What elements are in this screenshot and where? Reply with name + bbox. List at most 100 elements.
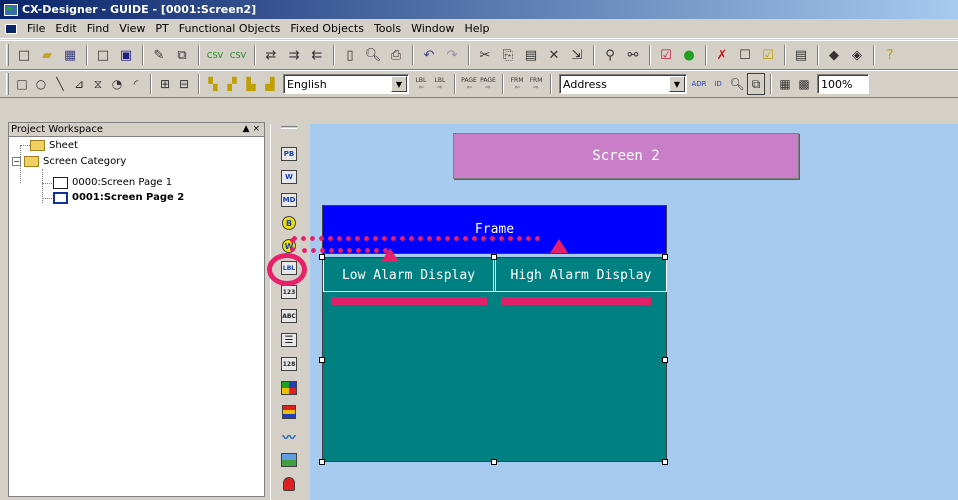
- polygon-tool-icon[interactable]: ⧖: [89, 73, 107, 95]
- id-icon[interactable]: ID: [709, 73, 727, 95]
- bitmap-icon[interactable]: [279, 451, 299, 469]
- resize-handle[interactable]: [662, 459, 668, 465]
- check-icon[interactable]: ☑: [655, 44, 677, 66]
- transfer-icon[interactable]: ⇄: [260, 44, 282, 66]
- alarm-event-icon[interactable]: [279, 475, 299, 493]
- adr-icon[interactable]: ADR: [690, 73, 708, 95]
- tree-item-screen-category[interactable]: − Screen Category: [12, 154, 126, 169]
- menu-tools[interactable]: Tools: [369, 20, 406, 38]
- word-button-object-icon[interactable]: W: [279, 168, 299, 186]
- arc-tool-icon[interactable]: ◜: [127, 73, 145, 95]
- toolbar-grip-2[interactable]: [6, 73, 9, 95]
- zoom-area-icon[interactable]: 🔍︎: [728, 73, 746, 95]
- print-icon[interactable]: ⎙: [385, 44, 407, 66]
- paste-special-icon[interactable]: ⇲: [566, 44, 588, 66]
- frame-object[interactable]: Low Alarm Display High Alarm Display: [322, 257, 667, 462]
- page-icon[interactable]: ▯: [339, 44, 361, 66]
- menu-edit[interactable]: Edit: [50, 20, 81, 38]
- open-project-icon[interactable]: ▦: [59, 44, 81, 66]
- frame-next-icon[interactable]: FRM ⇨: [527, 73, 545, 95]
- undo-icon[interactable]: ↶: [418, 44, 440, 66]
- page-prev-icon[interactable]: PAGE ⇦: [460, 73, 478, 95]
- thumbwheel-icon[interactable]: 128: [279, 355, 299, 373]
- string-display-icon[interactable]: ABC: [279, 307, 299, 325]
- paste-icon[interactable]: ▤: [520, 44, 542, 66]
- label-next-icon[interactable]: LBL ⇨: [431, 73, 449, 95]
- frame-label-object[interactable]: Frame: [322, 205, 667, 254]
- toolbar-grip[interactable]: [6, 44, 9, 66]
- grid-icon[interactable]: ▦: [776, 73, 794, 95]
- properties-icon[interactable]: ▤: [790, 44, 812, 66]
- new-screen-icon[interactable]: □: [92, 44, 114, 66]
- tool-icon[interactable]: ✗: [711, 44, 733, 66]
- address-select[interactable]: Address ▼: [559, 74, 687, 94]
- resize-handle[interactable]: [662, 254, 668, 260]
- snap-icon[interactable]: ▩: [795, 73, 813, 95]
- cut-icon[interactable]: ✂: [474, 44, 496, 66]
- screen-label-object[interactable]: Screen 2: [453, 133, 799, 179]
- dropdown-arrow-icon[interactable]: ▼: [391, 76, 407, 92]
- line-tool-icon[interactable]: ╲: [51, 73, 69, 95]
- menu-file[interactable]: File: [22, 20, 50, 38]
- align-icon[interactable]: ⊞: [156, 73, 174, 95]
- distribute-icon[interactable]: ⊟: [175, 73, 193, 95]
- analog-meter-icon[interactable]: [279, 379, 299, 397]
- menu-view[interactable]: View: [114, 20, 150, 38]
- tree-item-screen-page-2[interactable]: 0001:Screen Page 2: [53, 190, 184, 205]
- bring-front-icon[interactable]: ▙: [242, 73, 260, 95]
- redo-icon[interactable]: ↷: [441, 44, 463, 66]
- verify-icon[interactable]: ☑: [757, 44, 779, 66]
- frame-prev-icon[interactable]: FRM ⇦: [508, 73, 526, 95]
- csv-import-icon[interactable]: CSV: [204, 44, 226, 66]
- collapse-icon[interactable]: −: [12, 157, 21, 166]
- edit-icon[interactable]: ✎: [148, 44, 170, 66]
- validate-icon[interactable]: ☐: [734, 44, 756, 66]
- delete-icon[interactable]: ✕: [543, 44, 565, 66]
- rectangle-tool-icon[interactable]: □: [13, 73, 31, 95]
- document-icon[interactable]: [2, 22, 20, 36]
- send-back-icon[interactable]: ▟: [261, 73, 279, 95]
- csv-export-icon[interactable]: CSV: [227, 44, 249, 66]
- menu-pt[interactable]: PT: [150, 20, 173, 38]
- label-prev-icon[interactable]: LBL ⇦: [412, 73, 430, 95]
- test-icon[interactable]: ●: [678, 44, 700, 66]
- print-preview-icon[interactable]: 🔍︎: [362, 44, 384, 66]
- transfer-to-pt-icon[interactable]: ⇉: [283, 44, 305, 66]
- panel-controls[interactable]: ▲ ×: [243, 123, 260, 136]
- resize-handle[interactable]: [662, 357, 668, 363]
- level-meter-icon[interactable]: [279, 403, 299, 421]
- tab-high-alarm-display[interactable]: High Alarm Display: [495, 260, 667, 292]
- group-icon[interactable]: ▚: [204, 73, 222, 95]
- push-button-object-icon[interactable]: PB: [279, 145, 299, 163]
- resize-handle[interactable]: [319, 254, 325, 260]
- broken-line-graph-icon[interactable]: 〰: [279, 427, 299, 446]
- find-icon[interactable]: ⚲: [599, 44, 621, 66]
- ungroup-icon[interactable]: ▞: [223, 73, 241, 95]
- design-canvas[interactable]: Screen 2 Frame Low Alarm Display High Al…: [310, 124, 958, 500]
- simulate-stop-icon[interactable]: ◈: [846, 44, 868, 66]
- help-icon[interactable]: ?: [879, 44, 901, 66]
- menu-find[interactable]: Find: [82, 20, 115, 38]
- dropdown-arrow-icon[interactable]: ▼: [669, 76, 685, 92]
- open-folder-icon[interactable]: ▰: [36, 44, 58, 66]
- resize-handle[interactable]: [319, 357, 325, 363]
- display-mode-icon[interactable]: ⧉: [747, 73, 765, 95]
- tree-item-sheet[interactable]: Sheet: [30, 138, 78, 153]
- polyline-tool-icon[interactable]: ⊿: [70, 73, 88, 95]
- language-select[interactable]: English ▼: [283, 74, 409, 94]
- bit-lamp-object-icon[interactable]: B: [279, 214, 299, 232]
- tab-low-alarm-display[interactable]: Low Alarm Display: [323, 260, 494, 292]
- transfer-from-pt-icon[interactable]: ⇇: [306, 44, 328, 66]
- tree-item-screen-page-1[interactable]: 0000:Screen Page 1: [53, 175, 172, 190]
- list-selector-icon[interactable]: ☰: [279, 331, 299, 349]
- replace-icon[interactable]: ⚯: [622, 44, 644, 66]
- circle-tool-icon[interactable]: ○: [32, 73, 50, 95]
- page-next-icon[interactable]: PAGE ⇨: [479, 73, 497, 95]
- menu-help[interactable]: Help: [459, 20, 494, 38]
- menu-fixed-objects[interactable]: Fixed Objects: [285, 20, 369, 38]
- sector-tool-icon[interactable]: ◔: [108, 73, 126, 95]
- save-icon[interactable]: ▣: [115, 44, 137, 66]
- zoom-select[interactable]: 100%: [817, 74, 869, 94]
- simulate-icon[interactable]: ◆: [823, 44, 845, 66]
- new-project-icon[interactable]: □: [13, 44, 35, 66]
